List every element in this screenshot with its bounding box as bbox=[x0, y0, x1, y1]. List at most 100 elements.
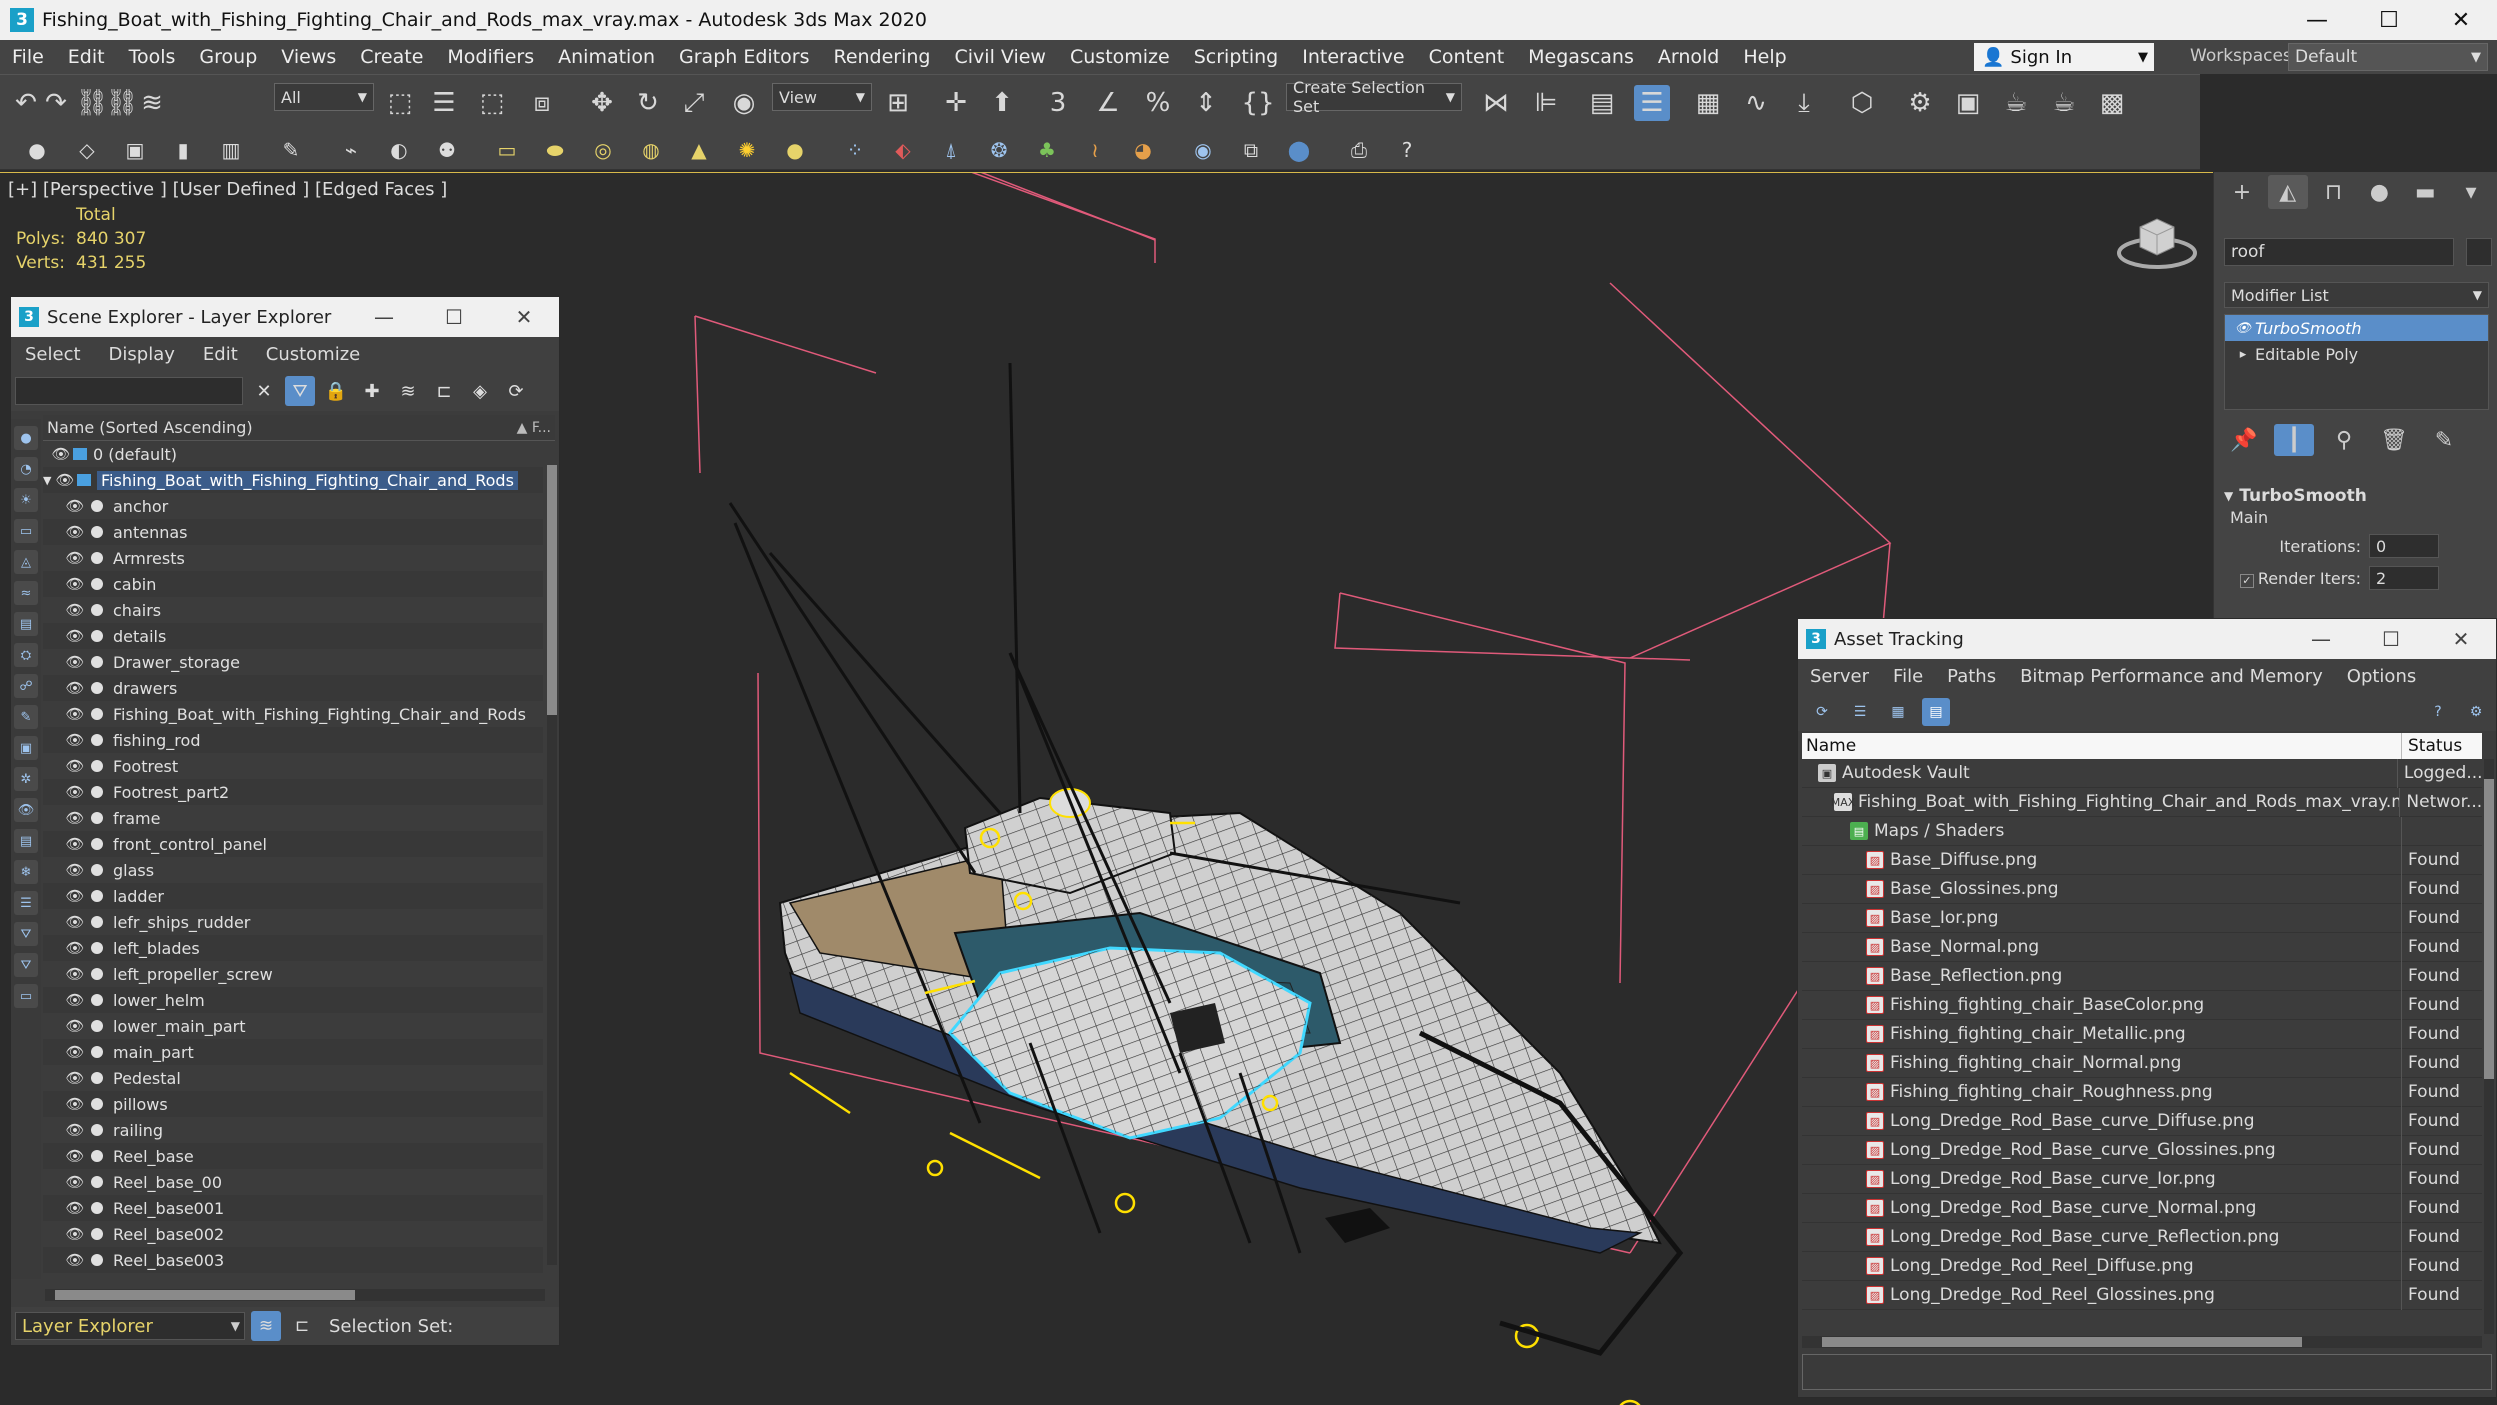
eye-icon[interactable]: 👁 bbox=[65, 809, 85, 827]
render-iters-checkbox[interactable]: ✓ bbox=[2239, 573, 2254, 588]
eye-icon[interactable]: 👁 bbox=[65, 783, 85, 801]
list-item[interactable]: 👁 front_control_panel bbox=[43, 831, 543, 857]
eye-icon[interactable]: 👁 bbox=[51, 445, 71, 463]
groups-filter-icon[interactable]: ▤ bbox=[14, 612, 38, 636]
search-input[interactable] bbox=[15, 377, 243, 405]
eye-icon[interactable]: 👁 bbox=[2231, 321, 2255, 336]
settings-icon[interactable]: ⚙ bbox=[2462, 698, 2490, 726]
curve-editor-icon[interactable]: ∿ bbox=[1738, 85, 1774, 121]
table-row[interactable]: ▨ Base_Diffuse.png Found bbox=[1802, 845, 2482, 875]
status-column-header[interactable]: Status bbox=[2402, 736, 2462, 756]
layer-row[interactable]: 👁 0 (default) bbox=[43, 441, 543, 467]
layers-icon[interactable]: ◈ bbox=[465, 376, 495, 406]
box-primitive-icon[interactable]: ▭ bbox=[492, 135, 522, 165]
display-none-icon[interactable]: ▣ bbox=[14, 736, 38, 760]
modify-tab-icon[interactable]: ◭ bbox=[2267, 175, 2308, 209]
table-row[interactable]: ▨ Long_Dredge_Rod_Base_curve_Glossines.pn… bbox=[1802, 1135, 2482, 1165]
box-icon[interactable]: ▣ bbox=[120, 135, 150, 165]
list-item[interactable]: 👁 Armrests bbox=[43, 545, 543, 571]
list-item[interactable]: 👁 lower_helm bbox=[43, 987, 543, 1013]
geosphere-icon[interactable]: ● bbox=[780, 135, 810, 165]
render-iters-spinner[interactable]: 2 bbox=[2369, 566, 2439, 590]
export-icon[interactable]: ⎙ bbox=[1344, 135, 1374, 165]
list-item[interactable]: 👁 ladder bbox=[43, 883, 543, 909]
table-row[interactable]: ▨ Long_Dredge_Rod_Base_curve_Normal.png Fo… bbox=[1802, 1193, 2482, 1223]
eye-icon[interactable]: 👁 bbox=[65, 497, 85, 515]
bones-filter-icon[interactable]: ☍ bbox=[14, 674, 38, 698]
keyboard-shortcut-icon[interactable]: ⬆ bbox=[984, 85, 1020, 121]
percent-snap-icon[interactable]: % bbox=[1140, 85, 1176, 121]
close-icon[interactable]: ✕ bbox=[2426, 627, 2496, 651]
vertical-scrollbar[interactable] bbox=[2484, 759, 2494, 1334]
layer-mode-icon[interactable]: ≋ bbox=[251, 1311, 281, 1341]
eye-icon[interactable]: 👁 bbox=[65, 627, 85, 645]
redo-icon[interactable]: ↷ bbox=[38, 85, 74, 121]
notes-icon[interactable]: ▤ bbox=[14, 829, 38, 853]
torus-icon[interactable]: ◍ bbox=[636, 135, 666, 165]
boat-model[interactable] bbox=[728, 362, 1684, 1405]
material-editor-icon[interactable]: ⬡ bbox=[1844, 85, 1880, 121]
menu-tools[interactable]: Tools bbox=[117, 46, 188, 68]
scale-icon[interactable]: ⤢ bbox=[676, 85, 712, 121]
list-item[interactable]: 👁 railing bbox=[43, 1117, 543, 1143]
eye-icon[interactable]: 👁 bbox=[55, 471, 75, 489]
plane-icon[interactable]: ◇ bbox=[72, 135, 102, 165]
help-icon[interactable]: ? bbox=[2424, 698, 2452, 726]
list-item[interactable]: 👁 details bbox=[43, 623, 543, 649]
horizontal-scrollbar[interactable] bbox=[45, 1289, 545, 1301]
scene-explorer-column-header[interactable]: Name (Sorted Ascending) ▲ F... bbox=[43, 415, 555, 441]
fluid-icon[interactable]: ❂ bbox=[984, 135, 1014, 165]
list-item[interactable]: 👁 drawers bbox=[43, 675, 543, 701]
list-item[interactable]: 👁 lower_main_part bbox=[43, 1013, 543, 1039]
menu-megascans[interactable]: Megascans bbox=[1516, 46, 1646, 68]
table-row[interactable]: ▤ Maps / Shaders bbox=[1802, 816, 2482, 846]
table-view-icon[interactable]: ▦ bbox=[1884, 698, 1912, 726]
eye-icon[interactable]: 👁 bbox=[65, 1043, 85, 1061]
filter-icon[interactable]: ⛛ bbox=[285, 376, 315, 406]
close-icon[interactable]: ✕ bbox=[489, 305, 559, 329]
texture-icon[interactable]: ⧉ bbox=[1236, 135, 1266, 165]
menu-customize[interactable]: Customize bbox=[1058, 46, 1182, 68]
scene-explorer-titlebar[interactable]: 3 Scene Explorer - Layer Explorer — ☐ ✕ bbox=[11, 297, 559, 337]
se-menu-edit[interactable]: Edit bbox=[189, 344, 252, 365]
modifier-list-dropdown[interactable]: Modifier List ▼ bbox=[2224, 282, 2489, 308]
hierarchy-mode-icon[interactable]: ⊏ bbox=[287, 1311, 317, 1341]
edit-named-selection-icon[interactable]: {} bbox=[1240, 85, 1276, 121]
eye-icon[interactable]: 👁 bbox=[65, 965, 85, 983]
hair-icon[interactable]: ≀ bbox=[1080, 135, 1110, 165]
rendered-frame-window-icon[interactable]: ▣ bbox=[1950, 85, 1986, 121]
schematic-view-icon[interactable]: ⤓ bbox=[1786, 85, 1822, 121]
select-manipulate-icon[interactable]: ✛ bbox=[938, 85, 974, 121]
list-item[interactable]: 👁 left_propeller_screw bbox=[43, 961, 543, 987]
eye-icon[interactable]: 👁 bbox=[65, 731, 85, 749]
remove-modifier-icon[interactable]: 🗑 bbox=[2374, 424, 2414, 456]
eye-icon[interactable]: 👁 bbox=[65, 1173, 85, 1191]
list-item[interactable]: 👁 antennas bbox=[43, 519, 543, 545]
fur-icon[interactable]: ◕ bbox=[1128, 135, 1158, 165]
folder-icon[interactable]: ▭ bbox=[14, 984, 38, 1008]
eye-icon[interactable]: 👁 bbox=[65, 1147, 85, 1165]
eye-icon[interactable]: 👁 bbox=[65, 549, 85, 567]
list-item[interactable]: 👁 fishing_rod bbox=[43, 727, 543, 753]
stack-item-editable-poly[interactable]: ▸ Editable Poly bbox=[2225, 341, 2488, 367]
table-row[interactable]: ▨ Long_Dredge_Rod_Reel_Glossines.png Found bbox=[1802, 1280, 2482, 1310]
menu-scripting[interactable]: Scripting bbox=[1182, 46, 1291, 68]
eye-icon[interactable]: 👁 bbox=[65, 991, 85, 1009]
render-setup-icon[interactable]: ⚙ bbox=[1902, 85, 1938, 121]
at-menu-options[interactable]: Options bbox=[2335, 666, 2428, 687]
help-icon[interactable]: ? bbox=[1392, 135, 1422, 165]
maximize-icon[interactable]: ☐ bbox=[419, 305, 489, 329]
list-item[interactable]: 👁 Reel_base002 bbox=[43, 1221, 543, 1247]
hierarchy-icon[interactable]: ⊏ bbox=[429, 376, 459, 406]
stack-item-turbosmooth[interactable]: 👁 TurboSmooth bbox=[2225, 315, 2488, 341]
display-tab-icon[interactable]: ▬ bbox=[2405, 175, 2445, 209]
material-icon[interactable]: ⬤ bbox=[1284, 135, 1314, 165]
viewport-label[interactable]: [+] [Perspective ] [User Defined ] [Edge… bbox=[8, 179, 447, 200]
menu-file[interactable]: File bbox=[0, 46, 56, 68]
list-item[interactable]: 👁 cabin bbox=[43, 571, 543, 597]
particle-icon[interactable]: ⁘ bbox=[840, 135, 870, 165]
table-row[interactable]: ▨ Long_Dredge_Rod_Base_curve_Diffuse.png F… bbox=[1802, 1106, 2482, 1136]
capsule-icon[interactable]: ⬬ bbox=[540, 135, 570, 165]
table-row[interactable]: ▨ Fishing_fighting_chair_Metallic.png Foun… bbox=[1802, 1019, 2482, 1049]
pin-stack-icon[interactable]: 📌 bbox=[2224, 424, 2264, 456]
